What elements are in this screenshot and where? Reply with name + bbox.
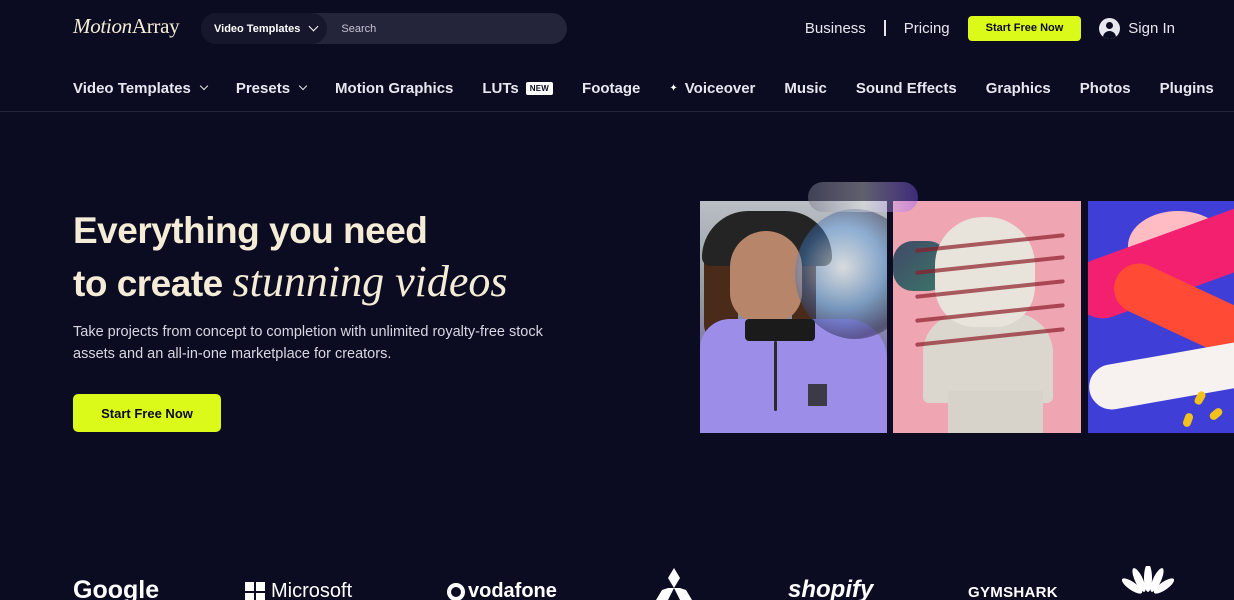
nav-item-label: Voiceover xyxy=(684,79,756,97)
google-logo: Google xyxy=(73,576,160,600)
nav-item-label: Graphics xyxy=(985,79,1051,97)
sign-in-link[interactable]: Sign In xyxy=(1099,17,1175,39)
microsoft-wordmark: Microsoft xyxy=(271,580,353,600)
nav-item-graphics[interactable]: Graphics xyxy=(986,80,1051,97)
nav-item-footage[interactable]: Footage xyxy=(582,80,640,97)
hero-heading: Everything you need to create stunning v… xyxy=(73,205,508,309)
motion-array-logo[interactable]: MotionArray xyxy=(73,14,180,39)
chevron-down-icon xyxy=(298,81,308,91)
hero-image-bust xyxy=(893,201,1081,433)
header-actions: Business Pricing Start Free Now Sign In xyxy=(805,15,1175,41)
nav-item-label: Presets xyxy=(235,79,291,97)
header-start-free-button[interactable]: Start Free Now xyxy=(967,15,1082,41)
hero-heading-italic: stunning videos xyxy=(232,257,508,306)
top-header: MotionArray Video Templates Business Pri… xyxy=(0,0,1234,56)
search-input[interactable] xyxy=(327,22,567,35)
nav-item-sound-effects[interactable]: Sound Effects xyxy=(856,80,957,97)
chevron-down-icon xyxy=(308,21,319,32)
nbc-peacock-logo-icon xyxy=(1121,564,1175,600)
nav-item-luts[interactable]: LUTs NEW xyxy=(482,79,554,97)
header-divider xyxy=(883,20,886,36)
microsoft-logo: Microsoft xyxy=(245,580,352,600)
nav-item-label: Footage xyxy=(582,79,641,97)
nav-item-label: Photos xyxy=(1079,79,1131,97)
nav-item-label: Music xyxy=(784,79,827,97)
search-category-label: Video Templates xyxy=(214,22,301,35)
glass-prism-decoration xyxy=(808,182,918,212)
sign-in-label: Sign In xyxy=(1128,19,1175,37)
search-bar: Video Templates xyxy=(201,13,567,44)
nav-item-music[interactable]: Music xyxy=(784,80,827,97)
nav-item-label: Motion Graphics xyxy=(335,79,454,97)
hero-image-abstract xyxy=(1088,201,1234,433)
nav-item-label: Video Templates xyxy=(73,79,191,97)
chevron-down-icon xyxy=(199,81,209,91)
category-nav: Video Templates Presets Motion Graphics … xyxy=(73,76,1214,100)
mitsubishi-logo-icon xyxy=(655,568,693,600)
hero-description: Take projects from concept to completion… xyxy=(73,324,543,362)
search-category-dropdown[interactable]: Video Templates xyxy=(201,13,328,44)
hero-start-free-button[interactable]: Start Free Now xyxy=(73,394,221,432)
user-avatar-icon xyxy=(1099,17,1121,39)
gymshark-logo: GYMSHARK xyxy=(968,584,1058,600)
nav-item-label: Sound Effects xyxy=(855,79,957,97)
nav-item-voiceover[interactable]: ✦ Voiceover xyxy=(669,80,755,97)
sparkle-icon: ✦ xyxy=(669,82,678,94)
client-logos-strip: Google Microsoft vodafone shopify GYMSHA… xyxy=(0,560,1234,600)
nav-item-label: LUTs xyxy=(482,79,519,97)
nav-item-video-templates[interactable]: Video Templates xyxy=(73,79,209,97)
nav-item-photos[interactable]: Photos xyxy=(1080,80,1131,97)
shopify-logo: shopify xyxy=(788,576,874,600)
microsoft-grid-icon xyxy=(245,581,265,600)
pricing-link[interactable]: Pricing xyxy=(904,20,950,37)
hero-heading-line1: Everything you need xyxy=(73,210,428,251)
nav-divider xyxy=(0,111,1234,112)
nav-item-plugins[interactable]: Plugins xyxy=(1160,80,1214,97)
business-link[interactable]: Business xyxy=(805,20,866,37)
vodafone-logo: vodafone xyxy=(447,580,557,600)
new-badge: NEW xyxy=(525,81,554,95)
nav-item-motion-graphics[interactable]: Motion Graphics xyxy=(335,80,453,97)
nav-item-label: Plugins xyxy=(1159,79,1214,97)
logo-word-array: Array xyxy=(131,14,180,38)
vodafone-wordmark: vodafone xyxy=(468,580,557,600)
hero-image-portrait xyxy=(700,201,887,433)
logo-word-motion: Motion xyxy=(73,14,132,38)
hero-heading-line2: to create xyxy=(73,263,233,304)
vodafone-speechmark-icon xyxy=(447,582,465,600)
nav-item-presets[interactable]: Presets xyxy=(235,79,308,97)
